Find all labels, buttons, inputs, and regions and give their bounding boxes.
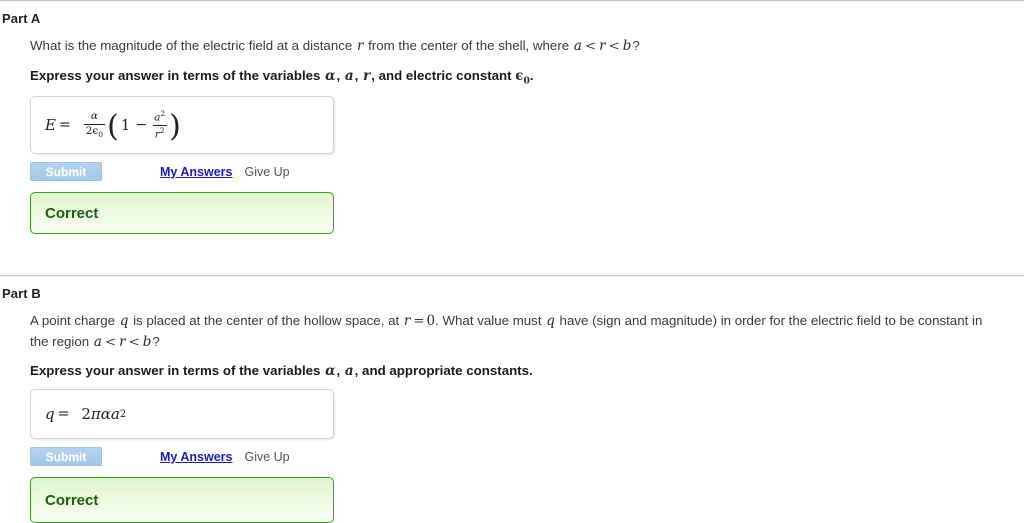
symbol-a: a	[110, 405, 120, 424]
question-text-1: A point charge	[30, 313, 119, 329]
fraction-numerator: α	[90, 110, 98, 123]
my-answers-link[interactable]: My Answers	[160, 450, 232, 464]
instruction-var-alpha: α	[325, 67, 336, 84]
part-b-section: Part B A point charge q is placed at the…	[0, 286, 1024, 523]
part-b-feedback-box: Correct	[30, 477, 334, 523]
part-a-body: What is the magnitude of the electric fi…	[30, 36, 1006, 235]
question-text-prefix: What is the magnitude of the electric fi…	[30, 38, 356, 53]
minus-operator: −	[135, 117, 148, 134]
fraction-a2-over-r2: a2 r2	[152, 108, 167, 141]
part-a-answer-box[interactable]: E = α 2ϵ0 ( 1 − a2 r2 )	[30, 96, 334, 155]
part-b-answer-expression: 2παa2	[81, 405, 126, 423]
question-ineq-r: r	[119, 333, 126, 350]
instruction-sep-1: ,	[336, 363, 344, 379]
part-b-answer-box[interactable]: q = 2παa2	[30, 389, 334, 440]
question-text-3: . What value must	[435, 313, 546, 329]
submit-button[interactable]: Submit	[30, 447, 102, 467]
paren-close: )	[169, 108, 181, 144]
question-text-mid: from the center of the shell, where	[364, 38, 573, 53]
part-a-feedback-box: Correct	[30, 192, 334, 235]
part-b-question: A point charge q is placed at the center…	[30, 311, 998, 352]
part-b-body: A point charge q is placed at the center…	[30, 311, 1006, 523]
part-a-instruction: Express your answer in terms of the vari…	[30, 68, 1006, 87]
part-a-controls: Submit My Answers Give Up	[30, 162, 1006, 182]
question-ineq-b: b	[142, 333, 152, 350]
symbol-pi: π	[90, 405, 101, 424]
question-text-suffix: ?	[632, 38, 640, 53]
question-equals: =	[413, 314, 425, 330]
give-up-link[interactable]: Give Up	[244, 165, 289, 179]
question-ineq-a: a	[93, 333, 102, 350]
part-b-answer-equals: =	[57, 406, 70, 423]
term-one: 1	[120, 116, 131, 135]
instruction-suffix: .	[529, 67, 534, 83]
part-a-answer-expression: α 2ϵ0 ( 1 − a2 r2 )	[83, 108, 182, 144]
instruction-var-a: a	[344, 67, 354, 84]
coefficient-2: 2	[81, 405, 91, 424]
feedback-status-text: Correct	[45, 491, 99, 509]
feedback-status-text: Correct	[45, 204, 99, 222]
instruction-sep-1: ,	[336, 67, 344, 83]
exponent-2: 2	[119, 408, 127, 420]
instruction-var-r: r	[363, 67, 371, 84]
instruction-prefix: Express your answer in terms of the vari…	[30, 67, 325, 83]
question-ineq-r: r	[599, 38, 606, 54]
question-ineq-b: b	[622, 38, 632, 54]
question-var-q-2: q	[546, 313, 555, 330]
part-a-answer-equals: =	[58, 117, 71, 134]
paren-open: (	[107, 108, 119, 144]
instruction-const-epsilon: ϵ0	[515, 67, 530, 87]
question-lt-2: <	[608, 39, 620, 54]
question-text-2: is placed at the center of the hollow sp…	[129, 313, 403, 329]
part-b-answer-label: q	[45, 405, 55, 424]
question-value-zero: 0	[426, 313, 436, 330]
question-var-q: q	[119, 313, 129, 330]
give-up-link[interactable]: Give Up	[244, 450, 289, 464]
part-a-answer-label: E	[45, 116, 56, 135]
fraction-denominator: 2ϵ0	[83, 123, 106, 139]
question-text-5: ?	[152, 333, 160, 349]
fraction-alpha-over-2epsilon0: α 2ϵ0	[83, 110, 106, 139]
part-a-title: Part A	[2, 11, 41, 26]
part-b-controls: Submit My Answers Give Up	[30, 447, 1006, 467]
instruction-mid: , and electric constant	[371, 67, 516, 83]
instruction-mid: , and appropriate constants.	[354, 363, 533, 379]
instruction-var-a: a	[344, 363, 354, 380]
submit-button[interactable]: Submit	[30, 162, 102, 182]
part-b-instruction: Express your answer in terms of the vari…	[30, 363, 1006, 379]
question-lt-1: <	[584, 39, 597, 54]
part-b-title: Part B	[2, 286, 41, 302]
part-b-separator	[0, 275, 1024, 278]
instruction-prefix: Express your answer in terms of the vari…	[30, 363, 325, 379]
problem-page: Part A What is the magnitude of the elec…	[0, 0, 1024, 523]
fraction-denominator: r2	[152, 124, 167, 141]
question-lt-2: <	[128, 334, 140, 350]
instruction-var-alpha: α	[325, 363, 336, 380]
fraction-numerator: a2	[154, 108, 166, 124]
part-a-section: Part A What is the magnitude of the elec…	[0, 11, 1024, 235]
part-a-separator	[0, 0, 1024, 2]
symbol-alpha: α	[100, 405, 111, 424]
question-ineq-a: a	[573, 38, 582, 54]
part-a-question: What is the magnitude of the electric fi…	[30, 36, 998, 57]
instruction-sep-2: ,	[354, 67, 363, 83]
my-answers-link[interactable]: My Answers	[160, 165, 232, 179]
question-lt-1: <	[104, 334, 117, 350]
